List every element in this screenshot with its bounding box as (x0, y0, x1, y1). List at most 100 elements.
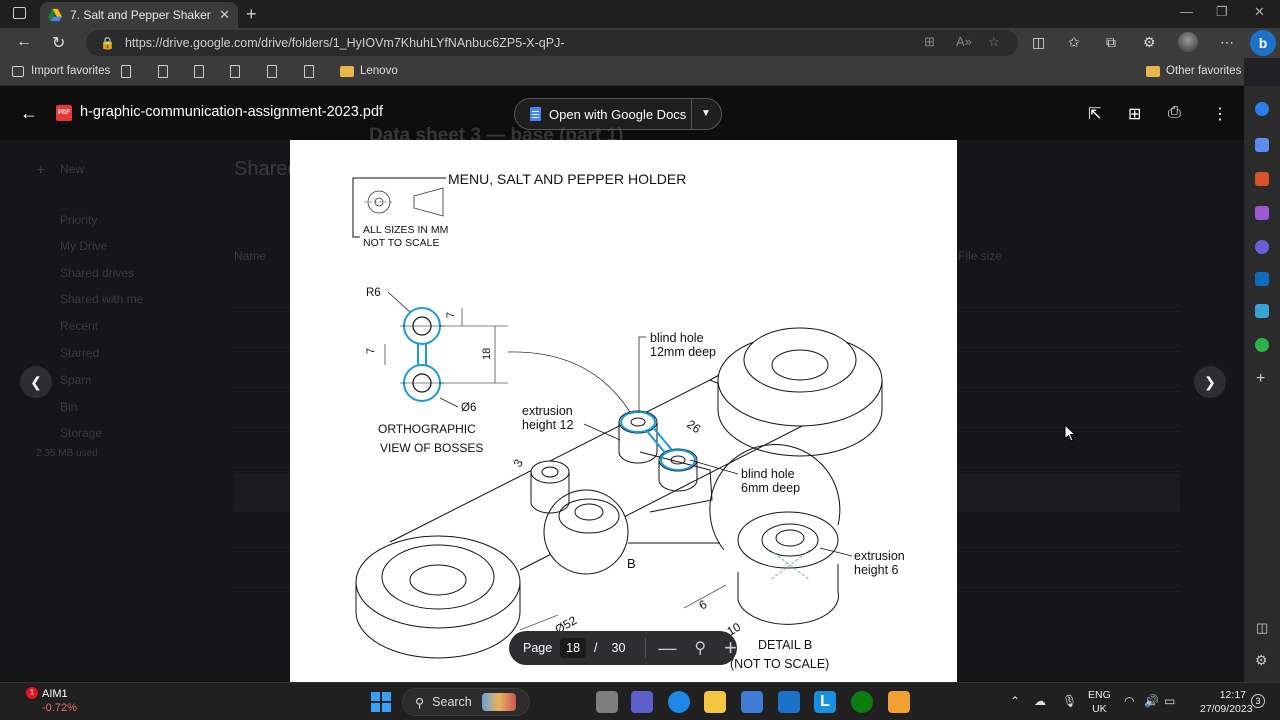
sidebar-toggle-icon[interactable]: ◫ (1256, 620, 1268, 636)
onedrive-icon[interactable]: ☁ (1034, 694, 1046, 708)
teams-icon[interactable] (631, 691, 653, 713)
start-button[interactable] (371, 692, 391, 712)
other-favorites-folder[interactable]: Other favorites (1146, 65, 1241, 77)
add-to-drive-icon[interactable]: ⇱ (1088, 104, 1101, 124)
collections-icon[interactable]: ⧉ (1106, 34, 1116, 51)
tab-actions-icon[interactable] (13, 7, 26, 19)
minimize-icon[interactable]: — (1180, 4, 1193, 19)
new-tab-button[interactable]: + (246, 4, 257, 25)
drop-icon[interactable] (1255, 338, 1269, 352)
blind-hole-6-label-1: blind hole (741, 467, 795, 481)
language-indicator[interactable]: ENG UK (1088, 688, 1111, 716)
copilot-icon[interactable] (1255, 240, 1269, 254)
close-viewer-icon[interactable]: ← (20, 103, 38, 124)
mail-icon[interactable] (778, 691, 800, 713)
favorites-bar: Import favorites Lenovo Other favorites (0, 58, 1244, 86)
i-app-icon[interactable] (888, 691, 910, 713)
tag-icon[interactable] (1255, 138, 1269, 152)
stock-change: -0.72% (42, 702, 77, 714)
favorite-page-icon[interactable] (121, 65, 131, 78)
task-view-icon[interactable] (596, 691, 618, 713)
extrusion-12-label-1: extrusion (522, 404, 573, 418)
games-icon[interactable] (1255, 206, 1269, 220)
nav-item: Spam (60, 373, 92, 387)
favorite-page-icon[interactable] (230, 65, 240, 78)
battery-icon[interactable]: ▭ (1164, 694, 1175, 708)
blind-hole-12-label-1: blind hole (650, 331, 704, 345)
boss-outline (403, 307, 441, 402)
address-bar[interactable]: 🔒 https://drive.google.com/drive/folders… (86, 30, 1018, 56)
tab-title: 7. Salt and Pepper Shaker - Goo (70, 8, 213, 22)
chevron-down-icon[interactable]: ▼ (701, 108, 711, 119)
pdf-page: MENU, SALT AND PEPPER HOLDER ALL SIZES I… (290, 140, 957, 682)
import-favorites-link[interactable]: Import favorites (12, 65, 110, 77)
other-favorites-label: Other favorites (1166, 65, 1242, 77)
bing-copilot-icon[interactable]: b (1250, 30, 1276, 56)
technical-drawing: MENU, SALT AND PEPPER HOLDER ALL SIZES I… (352, 171, 905, 671)
refresh-icon[interactable]: ↻ (52, 33, 65, 53)
extensions-icon[interactable]: ⚙ (1143, 34, 1156, 51)
back-icon[interactable]: ← (16, 33, 32, 51)
more-menu-icon[interactable]: ⋯ (1220, 34, 1234, 51)
l-app-icon[interactable]: L (814, 691, 836, 713)
wifi-icon[interactable]: ◠ (1124, 694, 1134, 708)
favorite-page-icon[interactable] (304, 65, 314, 78)
favorite-page-icon[interactable] (158, 65, 168, 78)
page-number-input[interactable]: 18 (560, 638, 587, 658)
ortho-label-2: VIEW OF BOSSES (380, 441, 483, 455)
split-screen-icon[interactable]: ◫ (1032, 34, 1045, 51)
new-icon: + (36, 162, 46, 179)
more-actions-icon[interactable]: ⋮ (1212, 104, 1228, 124)
mouse-cursor-icon (1064, 424, 1076, 442)
page-separator: / (594, 641, 598, 655)
outlook-icon[interactable] (1255, 272, 1269, 286)
notification-count[interactable]: 3 (1251, 694, 1265, 708)
profile-avatar[interactable] (1178, 32, 1198, 52)
favorites-icon[interactable]: ✩ (1068, 34, 1080, 51)
add-comment-icon[interactable]: ⊞ (1128, 104, 1141, 124)
tab-close-icon[interactable]: ✕ (219, 7, 230, 23)
dia6-label: Ø6 (461, 402, 476, 414)
favorite-star-icon[interactable]: ☆ (988, 34, 1000, 50)
add-icon[interactable]: + (1256, 370, 1265, 388)
previous-file-button[interactable]: ❮ (20, 366, 52, 398)
column-name: Name (234, 249, 267, 263)
zoom-in-icon[interactable]: + (724, 635, 737, 661)
xbox-icon[interactable] (851, 691, 873, 713)
window-close-icon[interactable]: ✕ (1254, 4, 1265, 20)
show-hidden-icons[interactable]: ⌃ (1010, 694, 1020, 708)
microphone-icon[interactable]: 🎙 (1062, 694, 1077, 708)
next-file-button[interactable]: ❯ (1194, 366, 1226, 398)
zoom-out-icon[interactable]: — (658, 638, 676, 659)
settings-icon[interactable]: ⚙ (1255, 652, 1268, 669)
store-icon[interactable] (741, 691, 763, 713)
file-explorer-icon[interactable] (704, 691, 726, 713)
chevron-left-icon: ❮ (30, 373, 42, 390)
chevron-right-icon: ❯ (1204, 373, 1216, 390)
volume-icon[interactable]: 🔊 (1144, 694, 1159, 708)
url-text: https://drive.google.com/drive/folders/1… (124, 36, 565, 50)
taskbar-search[interactable]: ⚲ Search (402, 688, 530, 716)
clock[interactable]: 12:17 27/09/2023 (1200, 688, 1253, 716)
app-available-icon[interactable]: ⊞ (924, 34, 935, 50)
lenovo-folder[interactable]: Lenovo (340, 65, 398, 77)
favorite-page-icon[interactable] (267, 65, 277, 78)
pdf-file-icon: PDF (56, 105, 72, 121)
detail-b-label-2: (NOT TO SCALE) (730, 657, 829, 671)
google-drive-icon (48, 8, 62, 22)
blind-hole-12-label-2: 12mm deep (650, 345, 716, 359)
favorite-page-icon[interactable] (194, 65, 204, 78)
edge-icon[interactable] (668, 691, 690, 713)
search-sidebar-icon[interactable] (1255, 102, 1269, 116)
print-icon[interactable]: ⎙ (1168, 104, 1181, 122)
browser-tab[interactable]: 7. Salt and Pepper Shaker - Goo ✕ (40, 2, 238, 28)
read-aloud-icon[interactable]: A» (956, 34, 972, 49)
send-icon[interactable] (1255, 304, 1269, 318)
detail-b-label-1: DETAIL B (758, 638, 812, 652)
maximize-icon[interactable]: ❐ (1216, 4, 1228, 20)
nav-item: Shared drives (60, 266, 135, 280)
zoom-icon[interactable]: ⚲ (694, 638, 706, 658)
page-heading-partial: Data sheet 3 — base (part 1) (290, 121, 957, 140)
stock-widget[interactable]: 1 AIM1 -0.72% (22, 687, 77, 715)
toolbox-icon[interactable] (1255, 172, 1269, 186)
